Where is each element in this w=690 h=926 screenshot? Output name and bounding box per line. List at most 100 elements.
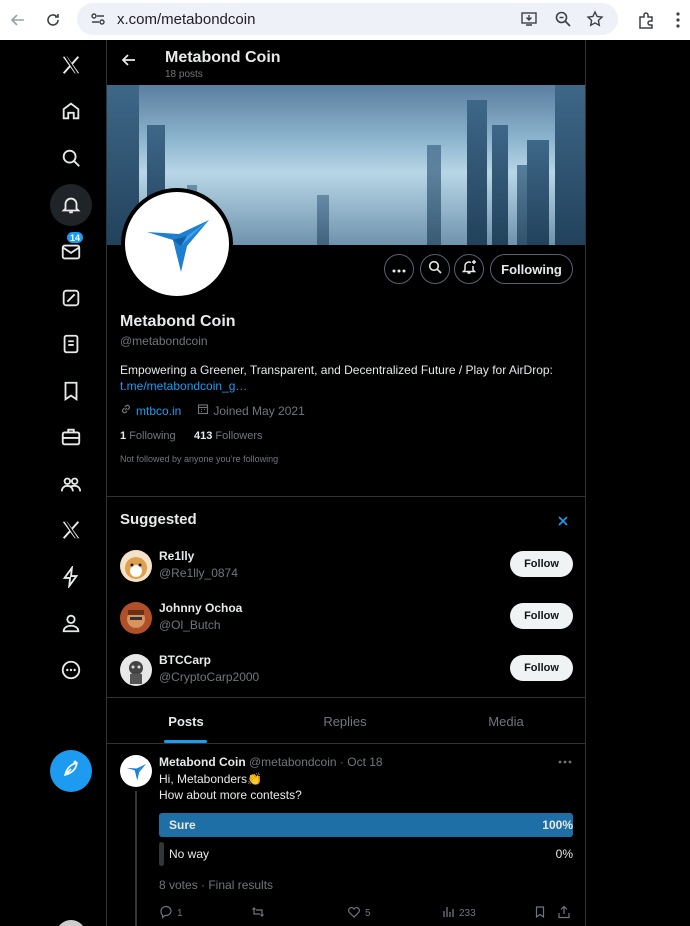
post-text-line: Hi, Metabonders👏: [159, 772, 262, 786]
poll-option: Sure 100%: [159, 813, 573, 837]
avatar[interactable]: [120, 755, 152, 787]
zoom-icon[interactable]: [551, 7, 575, 31]
suggested-user-handle: @Ol_Butch: [159, 618, 221, 632]
more-options-button[interactable]: [384, 254, 414, 284]
followers-link[interactable]: 413 Followers: [194, 430, 263, 442]
notifications-icon[interactable]: [50, 184, 92, 226]
grok-icon[interactable]: [50, 277, 92, 319]
verified-orgs-icon[interactable]: [50, 556, 92, 598]
following-label: Following: [129, 430, 176, 442]
suggested-title: Suggested: [120, 511, 197, 528]
profile-icon[interactable]: [50, 602, 92, 644]
suggested-user-handle: @Re1lly_0874: [159, 566, 238, 580]
avatar[interactable]: [120, 654, 152, 686]
repost-button[interactable]: [251, 905, 269, 922]
browser-menu-icon[interactable]: [664, 6, 690, 34]
jobs-icon[interactable]: [50, 416, 92, 458]
reload-icon[interactable]: [39, 6, 67, 34]
profile-column: Metabond Coin 18 posts Following Metabon…: [106, 40, 586, 926]
ellipsis-icon: [392, 260, 406, 278]
profile-avatar[interactable]: [121, 188, 233, 300]
reply-button[interactable]: 1: [159, 905, 183, 922]
ellipsis-icon[interactable]: [555, 755, 575, 769]
suggested-user[interactable]: Re1lly @Re1lly_0874 Follow: [107, 545, 585, 597]
bookmarks-icon[interactable]: [50, 370, 92, 412]
header-title: Metabond Coin: [165, 49, 281, 66]
compose-button[interactable]: [50, 750, 92, 792]
tab-posts[interactable]: Posts: [107, 699, 265, 744]
avatar[interactable]: [120, 550, 152, 582]
poll-option-percent: 0%: [555, 847, 573, 861]
site-info-icon[interactable]: [86, 7, 110, 31]
close-icon[interactable]: [555, 513, 571, 529]
poll-bar: [159, 842, 164, 866]
avatar[interactable]: [120, 602, 152, 634]
profile-bio: Empowering a Greener, Transparent, and D…: [120, 362, 580, 394]
profile-name: Metabond Coin: [120, 313, 236, 330]
poll-bar: [159, 813, 573, 837]
lists-icon[interactable]: [50, 323, 92, 365]
profile-header: Metabond Coin 18 posts: [107, 40, 585, 85]
tab-replies[interactable]: Replies: [265, 699, 425, 744]
follow-button[interactable]: Follow: [510, 603, 573, 629]
post-actions: 1 5 233: [159, 905, 573, 923]
suggested-user-handle: @CryptoCarp2000: [159, 670, 260, 684]
back-arrow-icon: [121, 52, 137, 73]
suggested-user-name[interactable]: Johnny Ochoa: [159, 601, 242, 615]
more-icon[interactable]: [50, 649, 92, 691]
followers-count: 413: [194, 430, 213, 442]
followers-label: Followers: [215, 430, 263, 442]
like-count: 5: [365, 908, 371, 919]
notify-button[interactable]: [454, 254, 484, 284]
header-posts-count: 18 posts: [165, 69, 203, 80]
search-icon: [428, 260, 442, 279]
follow-stats: 1 Following 413 Followers: [120, 430, 263, 442]
bookmark-button[interactable]: [533, 905, 547, 922]
not-followed-note: Not followed by anyone you’re following: [120, 454, 279, 464]
bookmark-icon: [533, 905, 547, 922]
poll-option-label: Sure: [169, 818, 196, 832]
communities-icon[interactable]: [50, 463, 92, 505]
post-author[interactable]: Metabond Coin: [159, 755, 246, 769]
following-link[interactable]: 1 Following: [120, 430, 176, 442]
install-app-icon[interactable]: [517, 7, 541, 31]
sidebar-nav: 14: [0, 40, 106, 926]
extensions-icon[interactable]: [632, 6, 660, 34]
browser-toolbar: x.com/metabondcoin: [0, 0, 690, 40]
following-count: 1: [120, 430, 127, 442]
website-link[interactable]: mtbco.in: [136, 404, 181, 418]
tab-media[interactable]: Media: [425, 699, 585, 744]
address-bar[interactable]: x.com/metabondcoin: [77, 3, 618, 35]
back-arrow-icon[interactable]: [4, 6, 32, 34]
x-logo-icon[interactable]: [50, 44, 92, 86]
follow-button[interactable]: Follow: [510, 655, 573, 681]
back-button[interactable]: [117, 50, 141, 74]
following-button[interactable]: Following: [490, 254, 573, 284]
suggested-user-name[interactable]: BTCCarp: [159, 653, 211, 667]
compose-feather-icon: [61, 759, 81, 784]
home-icon[interactable]: [50, 90, 92, 132]
post[interactable]: Metabond Coin @metabondcoin · Oct 18 Hi,…: [107, 745, 585, 926]
active-tab-indicator: [164, 740, 207, 743]
bio-link[interactable]: t.me/metabondcoin_g…: [120, 379, 247, 393]
link-icon: [120, 403, 132, 418]
search-profile-button[interactable]: [420, 254, 450, 284]
premium-icon[interactable]: [50, 509, 92, 551]
share-button[interactable]: [557, 905, 571, 922]
bookmark-star-icon[interactable]: [583, 7, 607, 31]
suggested-user[interactable]: Johnny Ochoa @Ol_Butch Follow: [107, 597, 585, 649]
url-text[interactable]: x.com/metabondcoin: [117, 11, 255, 28]
like-button[interactable]: 5: [347, 905, 371, 922]
messages-icon[interactable]: [50, 231, 92, 273]
views-button[interactable]: 233: [441, 905, 476, 922]
profile-tabs: Posts Replies Media: [107, 699, 585, 744]
suggested-user[interactable]: BTCCarp @CryptoCarp2000 Follow: [107, 649, 585, 701]
bell-plus-icon: [461, 259, 477, 280]
calendar-icon: [197, 403, 209, 418]
post-header: Metabond Coin @metabondcoin · Oct 18: [159, 755, 383, 769]
suggested-user-name[interactable]: Re1lly: [159, 549, 194, 563]
joined-date: Joined May 2021: [213, 403, 305, 418]
repost-icon: [251, 905, 265, 922]
follow-button[interactable]: Follow: [510, 551, 573, 577]
explore-icon[interactable]: [50, 137, 92, 179]
